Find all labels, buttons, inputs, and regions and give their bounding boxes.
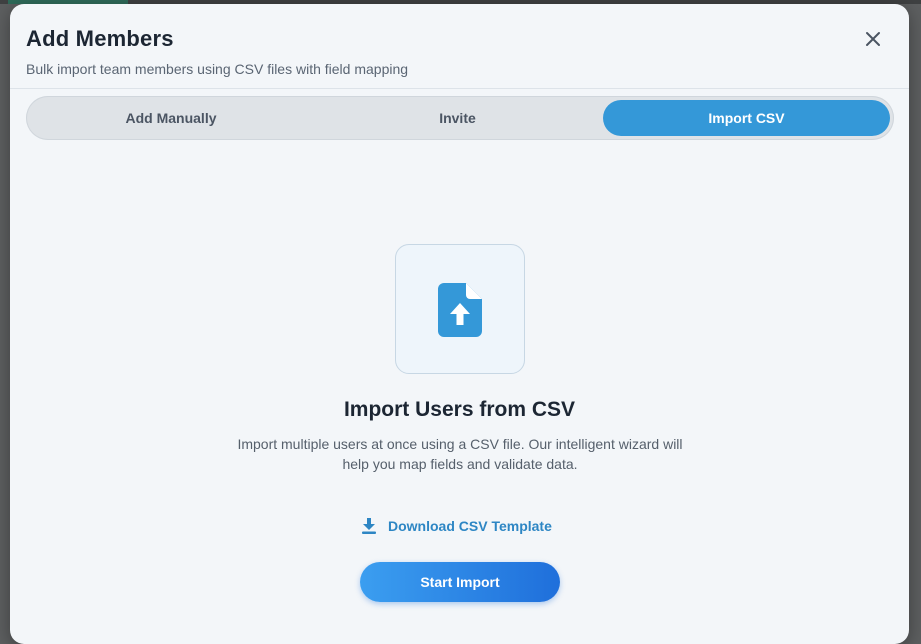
import-description-line-2: help you map fields and validate data. bbox=[342, 456, 578, 472]
tab-add-manually[interactable]: Add Manually bbox=[30, 100, 312, 136]
start-import-button[interactable]: Start Import bbox=[360, 562, 560, 602]
import-description: Import multiple users at once using a CS… bbox=[205, 434, 715, 474]
file-upload-icon bbox=[438, 283, 482, 337]
close-icon bbox=[866, 32, 880, 46]
download-template-link[interactable]: Download CSV Template bbox=[362, 516, 552, 536]
close-button[interactable] bbox=[861, 27, 885, 51]
upload-tile[interactable] bbox=[395, 244, 525, 374]
dialog-subtitle: Bulk import team members using CSV files… bbox=[26, 61, 409, 77]
download-icon bbox=[362, 518, 376, 534]
download-template-label: Download CSV Template bbox=[388, 518, 552, 534]
import-heading: Import Users from CSV bbox=[343, 398, 576, 421]
tab-import-csv[interactable]: Import CSV bbox=[603, 100, 890, 136]
tab-invite[interactable]: Invite bbox=[316, 100, 599, 136]
tab-bar: Add Manually Invite Import CSV bbox=[26, 96, 894, 140]
dialog-title: Add Members bbox=[26, 26, 174, 51]
dialog-header: Add Members Bulk import team members usi… bbox=[10, 4, 909, 89]
import-description-line-1: Import multiple users at once using a CS… bbox=[237, 436, 683, 452]
add-members-dialog: Add Members Bulk import team members usi… bbox=[10, 4, 909, 644]
